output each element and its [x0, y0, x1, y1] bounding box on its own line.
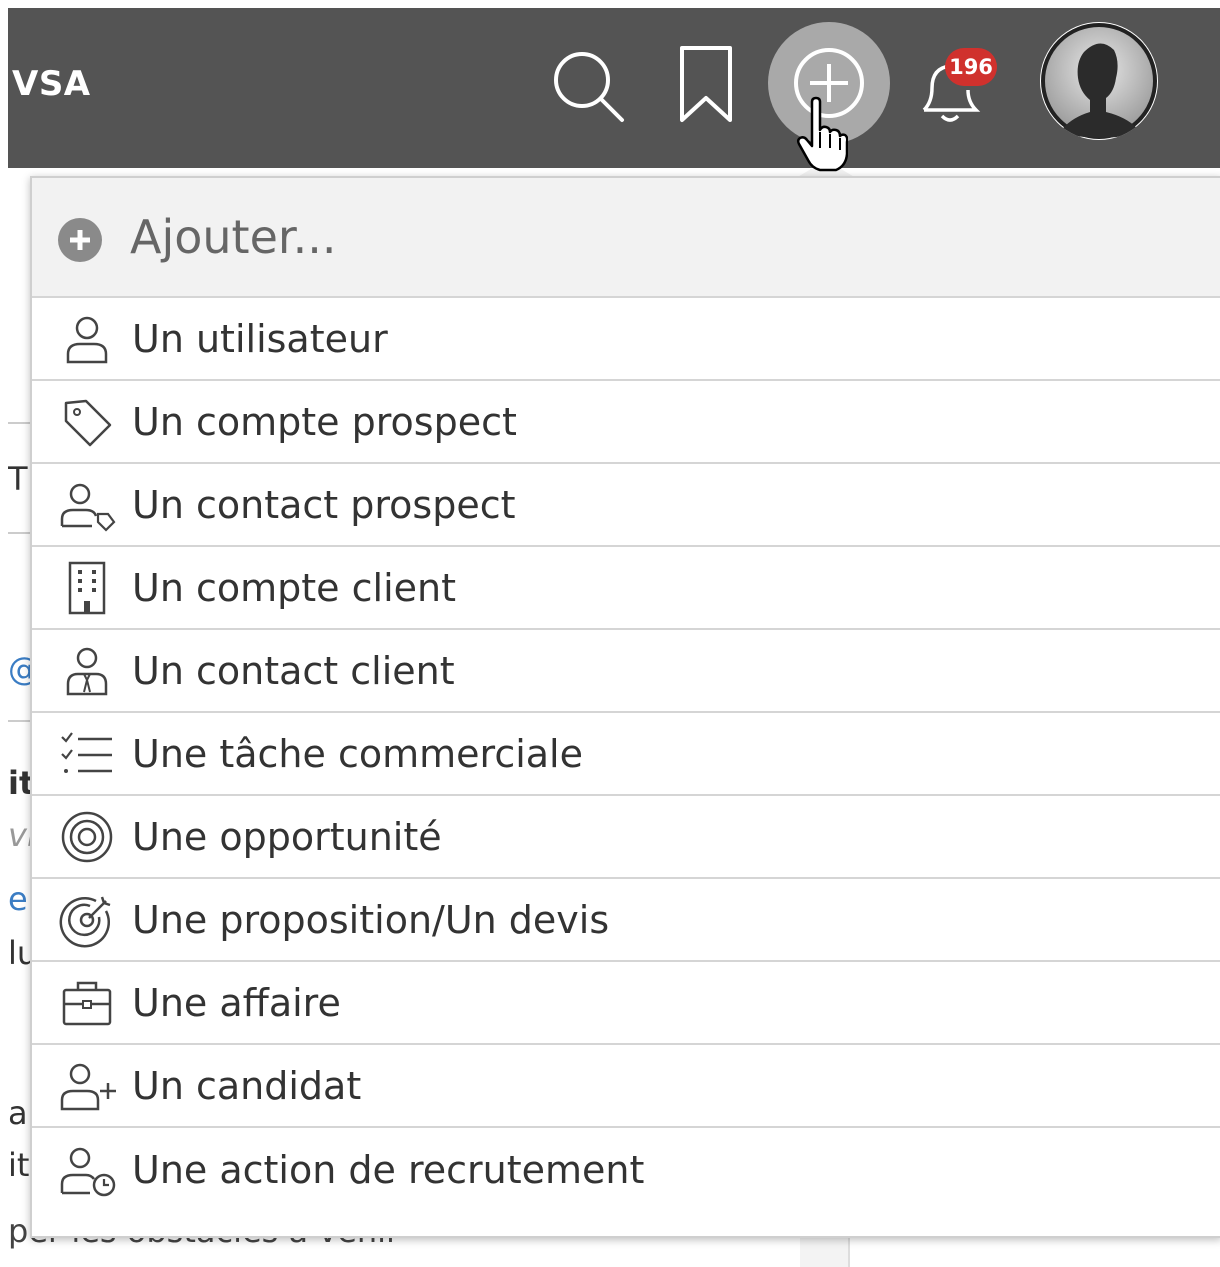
background-text: vi: [8, 816, 32, 854]
menu-item-proposal-quote[interactable]: Une proposition/Un devis: [32, 879, 1220, 962]
user-plus-icon: [60, 1063, 116, 1110]
hand-cursor-icon: [796, 96, 849, 174]
bookmark-icon[interactable]: [676, 44, 736, 124]
briefcase-icon: [62, 981, 112, 1025]
user-avatar[interactable]: [1040, 22, 1158, 140]
notification-badge: 196: [945, 48, 997, 86]
background-divider: [8, 532, 32, 534]
user-tag-icon: [60, 483, 116, 532]
menu-item-label: Une tâche commerciale: [132, 731, 583, 776]
menu-item-label: Un candidat: [132, 1063, 362, 1108]
menu-item-user[interactable]: Un utilisateur: [32, 298, 1220, 381]
user-tie-icon: [66, 647, 108, 695]
menu-item-deal[interactable]: Une affaire: [32, 962, 1220, 1045]
menu-item-sales-task[interactable]: Une tâche commerciale: [32, 713, 1220, 796]
menu-item-label: Une action de recrutement: [132, 1147, 645, 1192]
menu-item-prospect-account[interactable]: Un compte prospect: [32, 381, 1220, 464]
menu-item-candidate[interactable]: Un candidat: [32, 1045, 1220, 1128]
target-icon: [61, 811, 113, 862]
add-menu-dropdown: Ajouter... Un utilisateur Un compte pros…: [30, 176, 1220, 1238]
add-menu-header: Ajouter...: [32, 178, 1220, 298]
background-column-divider: [848, 1236, 850, 1267]
tag-icon: [64, 399, 112, 446]
menu-item-label: Une proposition/Un devis: [132, 897, 610, 942]
plus-circle-icon: [58, 218, 102, 262]
user-icon: [66, 316, 108, 363]
menu-item-label: Un compte client: [132, 565, 456, 610]
menu-item-label: Un contact client: [132, 648, 455, 693]
add-menu-title: Ajouter...: [130, 210, 337, 264]
user-clock-icon: [60, 1147, 116, 1196]
background-divider: [8, 720, 32, 722]
menu-item-client-contact[interactable]: Un contact client: [32, 630, 1220, 713]
menu-item-client-account[interactable]: Un compte client: [32, 547, 1220, 630]
target-dart-icon: [59, 896, 111, 947]
menu-item-label: Un compte prospect: [132, 399, 517, 444]
menu-item-prospect-contact[interactable]: Un contact prospect: [32, 464, 1220, 547]
background-divider: [8, 422, 32, 424]
background-link: @: [8, 650, 32, 688]
menu-item-label: Une affaire: [132, 980, 341, 1025]
menu-item-label: Un utilisateur: [132, 316, 388, 361]
background-text: T: [8, 460, 28, 498]
building-icon: [68, 561, 106, 614]
menu-item-opportunity[interactable]: Une opportunité: [32, 796, 1220, 879]
background-text: it: [8, 1146, 30, 1184]
search-icon[interactable]: [548, 46, 628, 126]
menu-item-label: Un contact prospect: [132, 482, 516, 527]
menu-item-label: Une opportunité: [132, 814, 442, 859]
background-link: e: [8, 880, 28, 918]
brand-name: VSA: [12, 64, 91, 104]
menu-item-recruitment-action[interactable]: Une action de recrutement: [32, 1128, 1220, 1211]
checklist-icon: [61, 731, 112, 773]
add-menu-list: Un utilisateur Un compte prospect Un con…: [32, 298, 1220, 1211]
background-column: [800, 1236, 848, 1267]
background-text: it: [8, 764, 32, 802]
background-text: lu: [8, 934, 32, 972]
background-text: a: [8, 1094, 28, 1132]
